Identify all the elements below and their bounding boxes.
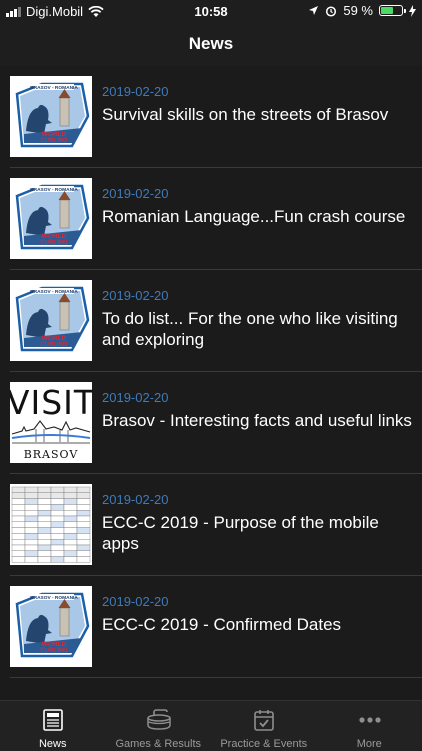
- newspaper-icon: [41, 709, 65, 731]
- status-bar: Digi.Mobil 10:58 59 %: [0, 0, 422, 22]
- calendar-check-icon: [252, 709, 276, 731]
- news-date: 2019-02-20: [102, 390, 169, 405]
- curling-stone-icon: [146, 709, 170, 731]
- alarm-icon: [325, 5, 337, 17]
- svg-text:WORLD: WORLD: [42, 131, 67, 138]
- tab-practice-events[interactable]: Practice & Events: [211, 701, 317, 751]
- news-thumbnail: BRASOV - ROMANIA WORLD CURLING: [10, 76, 92, 157]
- news-thumbnail: [10, 484, 92, 565]
- svg-text:BRASOV - ROMANIA: BRASOV - ROMANIA: [30, 289, 78, 295]
- status-right: 59 %: [308, 3, 416, 18]
- news-date: 2019-02-20: [102, 186, 169, 201]
- svg-text:BRASOV - ROMANIA: BRASOV - ROMANIA: [30, 595, 78, 601]
- news-item[interactable]: 2019-02-20 ECC-C 2019 - Purpose of the mo…: [10, 474, 422, 576]
- battery-icon: [379, 5, 403, 16]
- news-thumbnail: BRASOV - ROMANIA WORLD CURLING: [10, 178, 92, 259]
- charging-bolt-icon: [409, 5, 416, 17]
- location-arrow-icon: [308, 5, 319, 16]
- svg-text:CURLING: CURLING: [40, 138, 68, 144]
- news-thumbnail: BRASOV - ROMANIA WORLD CURLING: [10, 280, 92, 361]
- tab-label: News: [0, 738, 106, 750]
- tab-news[interactable]: News: [0, 701, 106, 751]
- tab-games-results[interactable]: Games & Results: [106, 701, 212, 751]
- news-title: To do list... For the one who like visit…: [102, 308, 412, 350]
- svg-text:BRASOV - ROMANIA: BRASOV - ROMANIA: [30, 187, 78, 193]
- tab-label: More: [317, 738, 422, 750]
- svg-text:CURLING: CURLING: [40, 342, 68, 348]
- news-date: 2019-02-20: [102, 594, 169, 609]
- navigation-bar: News: [0, 22, 422, 66]
- svg-text:VISIT: VISIT: [10, 383, 92, 422]
- news-item[interactable]: BRASOV - ROMANIA WORLD CURLING 2019-02-2…: [10, 168, 422, 270]
- news-title: Romanian Language...Fun crash course: [102, 206, 412, 227]
- tab-label: Games & Results: [106, 738, 212, 750]
- news-item[interactable]: VISIT BRASOV 2019-02-20 Brasov - Interest…: [10, 372, 422, 474]
- more-dots-icon: [357, 709, 381, 731]
- svg-text:WORLD: WORLD: [42, 233, 67, 240]
- news-date: 2019-02-20: [102, 84, 169, 99]
- news-date: 2019-02-20: [102, 492, 169, 507]
- svg-text:CURLING: CURLING: [40, 240, 68, 246]
- news-item[interactable]: BRASOV - ROMANIA WORLD CURLING 2019-02-2…: [10, 576, 422, 678]
- news-date: 2019-02-20: [102, 288, 169, 303]
- news-list[interactable]: BRASOV - ROMANIA WORLD CURLING 2019-02-2…: [0, 66, 422, 700]
- news-item[interactable]: BRASOV - ROMANIA WORLD CURLING 2019-02-2…: [10, 66, 422, 168]
- svg-text:BRASOV - ROMANIA: BRASOV - ROMANIA: [30, 85, 78, 91]
- tab-bar: NewsGames & ResultsPractice & EventsMore: [0, 700, 422, 751]
- svg-text:CURLING: CURLING: [40, 648, 68, 654]
- tab-label: Practice & Events: [211, 738, 317, 750]
- tab-more[interactable]: More: [317, 701, 422, 751]
- news-thumbnail: BRASOV - ROMANIA WORLD CURLING: [10, 586, 92, 667]
- news-thumbnail: VISIT BRASOV: [10, 382, 92, 463]
- svg-text:BRASOV: BRASOV: [24, 448, 79, 461]
- news-title: ECC-C 2019 - Confirmed Dates: [102, 614, 412, 635]
- news-item[interactable]: BRASOV - ROMANIA WORLD CURLING 2019-02-2…: [10, 270, 422, 372]
- battery-percent: 59 %: [343, 3, 373, 18]
- news-title: Brasov - Interesting facts and useful li…: [102, 410, 412, 431]
- page-title: News: [0, 22, 422, 66]
- svg-text:WORLD: WORLD: [42, 335, 67, 342]
- news-title: Survival skills on the streets of Brasov: [102, 104, 412, 125]
- svg-text:WORLD: WORLD: [42, 641, 67, 648]
- news-title: ECC-C 2019 - Purpose of the mobile apps: [102, 512, 412, 554]
